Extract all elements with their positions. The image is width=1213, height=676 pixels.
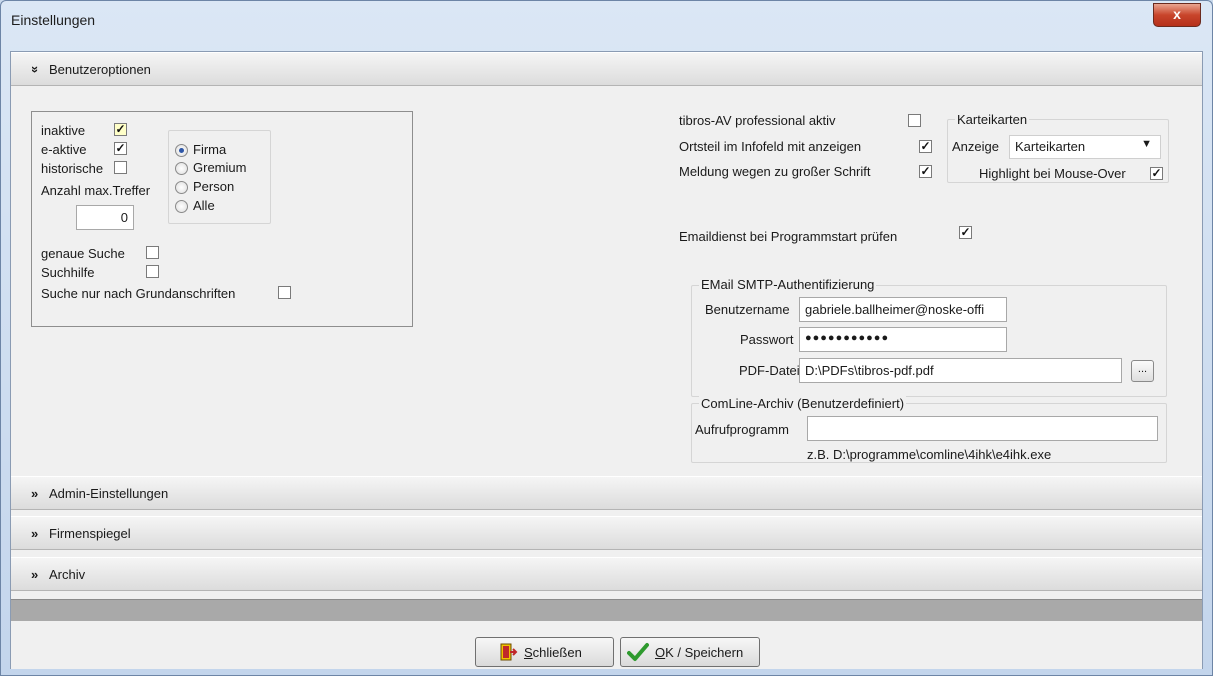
ok-mnemonic: O — [655, 645, 666, 660]
radio-firma[interactable] — [175, 144, 188, 157]
close-button[interactable]: x — [1153, 3, 1201, 27]
ok-label-rest: K / Speichern — [665, 645, 744, 660]
radio-person-label: Person — [193, 179, 235, 194]
radio-person[interactable] — [175, 181, 188, 194]
passwort-label: Passwort — [740, 332, 794, 347]
pdf-datei-input[interactable]: D:\PDFs\tibros-pdf.pdf — [799, 358, 1122, 383]
anzeige-select[interactable]: Karteikarten ▼ — [1009, 135, 1161, 159]
grundanschriften-checkbox[interactable] — [278, 286, 291, 299]
comline-title: ComLine-Archiv (Benutzerdefiniert) — [699, 396, 907, 411]
chevron-right-icon: » — [31, 526, 39, 541]
status-strip — [11, 599, 1202, 621]
anzeige-select-value: Karteikarten — [1015, 139, 1086, 154]
meldung-checkbox[interactable]: ✓ — [919, 165, 932, 178]
section-label-benutzeroptionen: Benutzeroptionen — [49, 62, 151, 77]
benutzeroptionen-panel: inaktive ✓ e-aktive ✓ historische Anzahl… — [11, 87, 1202, 472]
section-header-benutzeroptionen[interactable]: » Benutzeroptionen — [11, 52, 1202, 86]
max-treffer-label: Anzahl max.Treffer — [41, 183, 151, 198]
section-header-archiv[interactable]: » Archiv — [11, 557, 1202, 591]
ortsteil-label: Ortsteil im Infofeld mit anzeigen — [679, 139, 862, 154]
chevron-down-icon: » — [28, 65, 44, 74]
benutzername-label: Benutzername — [705, 302, 790, 317]
pdf-datei-label: PDF-Datei — [739, 363, 800, 378]
section-header-admin[interactable]: » Admin-Einstellungen — [11, 476, 1202, 510]
smtp-title: EMail SMTP-Authentifizierung — [699, 277, 877, 292]
tibros-av-label: tibros-AV professional aktiv — [679, 113, 836, 128]
genaue-suche-checkbox[interactable] — [146, 246, 159, 259]
checkmark-icon — [627, 643, 649, 661]
highlight-checkbox[interactable]: ✓ — [1150, 167, 1163, 180]
schliessen-label-rest: chließen — [532, 645, 582, 660]
aufrufprogramm-label: Aufrufprogramm — [695, 422, 789, 437]
emaildienst-checkbox[interactable]: ✓ — [959, 226, 972, 239]
aufrufprogramm-hint: z.B. D:\programme\comline\4ihk\e4ihk.exe — [807, 447, 1052, 462]
section-header-firmenspiegel[interactable]: » Firmenspiegel — [11, 516, 1202, 550]
tibros-av-checkbox[interactable] — [908, 114, 921, 127]
section-label-archiv: Archiv — [49, 567, 86, 582]
max-treffer-input[interactable]: 0 — [76, 205, 134, 230]
chevron-right-icon: » — [31, 486, 39, 501]
highlight-label: Highlight bei Mouse-Over — [979, 166, 1126, 181]
inaktive-label: inaktive — [41, 123, 86, 138]
radio-alle-label: Alle — [193, 198, 215, 213]
schliessen-mnemonic: S — [524, 645, 533, 660]
chevron-right-icon: » — [31, 567, 39, 582]
radio-gremium-label: Gremium — [193, 160, 247, 175]
genaue-suche-label: genaue Suche — [41, 246, 125, 261]
schliessen-button[interactable]: Schließen — [475, 637, 614, 667]
ok-speichern-button[interactable]: OK / Speichern — [620, 637, 760, 667]
exit-door-icon — [500, 643, 518, 661]
settings-window: Einstellungen x » Benutzeroptionen inakt… — [0, 0, 1213, 676]
dropdown-arrow-icon: ▼ — [1141, 138, 1152, 150]
anzeige-label: Anzeige — [952, 139, 999, 154]
ortsteil-checkbox[interactable]: ✓ — [919, 140, 932, 153]
suchhilfe-label: Suchhilfe — [41, 265, 95, 280]
karteikarten-title: Karteikarten — [955, 112, 1030, 127]
ok-speichern-label: OK / Speichern — [655, 645, 743, 660]
radio-firma-label: Firma — [193, 142, 227, 157]
section-label-firmenspiegel: Firmenspiegel — [49, 526, 131, 541]
search-options-box: inaktive ✓ e-aktive ✓ historische Anzahl… — [31, 111, 413, 327]
radio-gremium[interactable] — [175, 162, 188, 175]
aufrufprogramm-input[interactable] — [807, 416, 1158, 441]
type-radio-group: Firma Gremium Person Alle — [168, 130, 271, 224]
schliessen-label: Schließen — [524, 645, 582, 660]
historische-label: historische — [41, 161, 104, 176]
suchhilfe-checkbox[interactable] — [146, 265, 159, 278]
meldung-label: Meldung wegen zu großer Schrift — [679, 164, 871, 179]
e-aktive-checkbox[interactable]: ✓ — [114, 142, 127, 155]
dialog-footer: Schließen OK / Speichern — [11, 599, 1202, 669]
browse-button[interactable]: ... — [1131, 360, 1154, 382]
close-icon: x — [1173, 6, 1181, 22]
historische-checkbox[interactable] — [114, 161, 127, 174]
emaildienst-label: Emaildienst bei Programmstart prüfen — [679, 229, 898, 244]
window-title: Einstellungen — [11, 12, 96, 28]
title-bar: Einstellungen x — [1, 1, 1212, 41]
client-area: » Benutzeroptionen inaktive ✓ e-aktive ✓… — [10, 51, 1203, 669]
inaktive-checkbox[interactable]: ✓ — [114, 123, 127, 136]
benutzername-input[interactable]: gabriele.ballheimer@noske-offi — [799, 297, 1007, 322]
e-aktive-label: e-aktive — [41, 142, 87, 157]
radio-alle[interactable] — [175, 200, 188, 213]
grundanschriften-label: Suche nur nach Grundanschriften — [41, 286, 236, 301]
section-label-admin: Admin-Einstellungen — [49, 486, 169, 501]
passwort-input[interactable]: ●●●●●●●●●●● — [799, 327, 1007, 352]
